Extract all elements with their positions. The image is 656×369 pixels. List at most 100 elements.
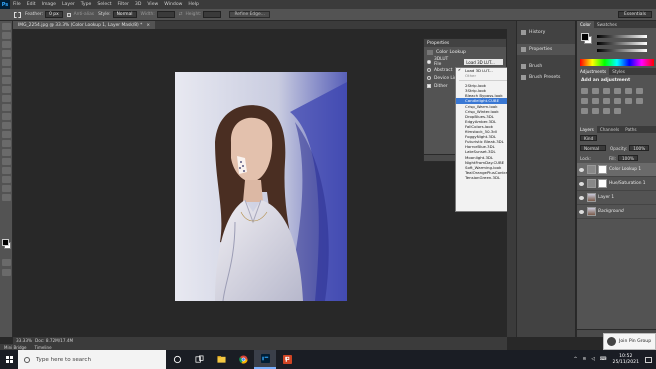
tab-color[interactable]: Color xyxy=(577,21,594,28)
healing-brush-tool-icon[interactable] xyxy=(2,77,11,84)
visibility-eye-icon[interactable] xyxy=(579,167,584,172)
lut-file-row[interactable]: 3DLUT File Load 3D LUT... xyxy=(424,57,506,67)
visibility-eye-icon[interactable] xyxy=(579,209,584,214)
tab-swatches[interactable]: Swatches xyxy=(594,21,620,28)
levels-icon[interactable] xyxy=(592,88,599,94)
lut-file-select[interactable]: Load 3D LUT... xyxy=(464,59,503,65)
quick-mask-icon[interactable] xyxy=(2,259,11,266)
refine-edge-button[interactable]: Refine Edge... xyxy=(229,11,270,18)
layer-kind-filter[interactable]: Kind xyxy=(580,135,598,141)
color-lookup-icon[interactable] xyxy=(625,98,632,104)
tab-timeline[interactable]: Timeline xyxy=(31,345,56,350)
device-link-radio[interactable] xyxy=(427,76,431,80)
hue-saturation-icon[interactable] xyxy=(636,88,643,94)
menu-window[interactable]: Window xyxy=(161,2,185,7)
taskbar-search[interactable]: Type here to search xyxy=(18,350,166,369)
feather-input[interactable]: 0 px xyxy=(45,11,63,18)
action-center-icon[interactable] xyxy=(645,356,652,363)
screen-mode-icon[interactable] xyxy=(2,269,11,276)
anti-alias-option[interactable]: Anti-alias xyxy=(66,12,94,17)
marquee-tool-icon[interactable] xyxy=(2,32,11,39)
menu-help[interactable]: Help xyxy=(185,2,201,7)
layer-mask-thumbnail[interactable] xyxy=(598,179,607,188)
green-slider[interactable] xyxy=(597,42,647,45)
menu-3d[interactable]: 3D xyxy=(132,2,144,7)
tab-layers[interactable]: Layers xyxy=(577,126,597,133)
posterize-icon[interactable] xyxy=(581,108,588,114)
photoshop-taskbar-button[interactable] xyxy=(254,350,276,369)
threshold-icon[interactable] xyxy=(592,108,599,114)
menu-layer[interactable]: Layer xyxy=(59,2,78,7)
height-input[interactable] xyxy=(203,11,222,18)
eyedropper-tool-icon[interactable] xyxy=(2,68,11,75)
marquee-tool-icon[interactable] xyxy=(14,11,21,18)
menu-type[interactable]: Type xyxy=(78,2,95,7)
exposure-icon[interactable] xyxy=(614,88,621,94)
crop-tool-icon[interactable] xyxy=(2,59,11,66)
history-panel-button[interactable]: History xyxy=(517,27,575,38)
abstract-radio[interactable] xyxy=(427,68,431,72)
curves-icon[interactable] xyxy=(603,88,610,94)
menu-view[interactable]: View xyxy=(144,2,161,7)
chrome-button[interactable] xyxy=(232,350,254,369)
color-balance-icon[interactable] xyxy=(581,98,588,104)
taskbar-clock[interactable]: 10:52 25/11/2021 xyxy=(613,354,639,366)
lut-file-radio[interactable] xyxy=(427,60,431,64)
swap-icon[interactable]: ⇄ xyxy=(179,12,183,17)
foreground-color-swatch[interactable] xyxy=(581,33,589,41)
channel-mixer-icon[interactable] xyxy=(614,98,621,104)
path-select-tool-icon[interactable] xyxy=(2,167,11,174)
powerpoint-button[interactable] xyxy=(276,350,298,369)
zoom-level[interactable]: 33.33% xyxy=(13,338,32,343)
volume-icon[interactable]: ◁ xyxy=(591,357,595,362)
invert-icon[interactable] xyxy=(636,98,643,104)
blend-mode-select[interactable]: Normal xyxy=(580,145,606,151)
lasso-tool-icon[interactable] xyxy=(2,41,11,48)
opacity-input[interactable]: 100% xyxy=(629,145,650,151)
document-tab[interactable]: IMG_2254.jpg @ 33.3% (Color Lookup 1, La… xyxy=(13,21,156,29)
visibility-eye-icon[interactable] xyxy=(579,181,584,186)
brush-tool-icon[interactable] xyxy=(2,86,11,93)
close-icon[interactable]: × xyxy=(146,23,150,28)
dither-checkbox[interactable] xyxy=(427,84,431,88)
layer-row[interactable]: Background xyxy=(577,205,656,219)
anti-alias-checkbox[interactable] xyxy=(66,12,71,17)
layer-mask-thumbnail[interactable] xyxy=(598,165,607,174)
selective-color-icon[interactable] xyxy=(614,108,621,114)
layer-row[interactable]: Layer 1 xyxy=(577,191,656,205)
style-select[interactable]: Normal xyxy=(112,11,137,18)
brush-presets-panel-button[interactable]: Brush Presets xyxy=(517,72,575,83)
history-brush-tool-icon[interactable] xyxy=(2,104,11,111)
blur-tool-icon[interactable] xyxy=(2,131,11,138)
blue-slider[interactable] xyxy=(597,49,647,52)
brush-panel-button[interactable]: Brush xyxy=(517,61,575,72)
tab-adjustments[interactable]: Adjustments xyxy=(577,68,610,75)
join-group-notification[interactable]: Join Pin Group xyxy=(603,333,656,350)
layer-row[interactable]: Color Lookup 1 xyxy=(577,163,656,177)
chevron-up-icon[interactable]: ^ xyxy=(574,357,578,362)
foreground-color-swatch[interactable] xyxy=(2,239,9,246)
tab-mini-bridge[interactable]: Mini Bridge xyxy=(0,345,31,350)
menu-file[interactable]: File xyxy=(10,2,24,7)
color-spectrum[interactable] xyxy=(580,59,654,66)
clone-stamp-tool-icon[interactable] xyxy=(2,95,11,102)
pen-tool-icon[interactable] xyxy=(2,149,11,156)
vibrance-icon[interactable] xyxy=(625,88,632,94)
wifi-icon[interactable]: ≋ xyxy=(582,357,586,362)
hand-tool-icon[interactable] xyxy=(2,185,11,192)
eraser-tool-icon[interactable] xyxy=(2,113,11,120)
move-tool-icon[interactable] xyxy=(2,23,11,30)
quick-select-tool-icon[interactable] xyxy=(2,50,11,57)
start-button[interactable] xyxy=(0,350,18,369)
doc-size-info[interactable]: Doc: 8.72M/17.4M xyxy=(31,338,73,343)
document-image[interactable] xyxy=(175,72,347,301)
black-white-icon[interactable] xyxy=(592,98,599,104)
tab-channels[interactable]: Channels xyxy=(597,126,622,133)
workspace-switcher[interactable]: Essentials xyxy=(618,11,652,18)
fill-input[interactable]: 100% xyxy=(617,155,638,161)
task-view-button[interactable] xyxy=(188,350,210,369)
tab-styles[interactable]: Styles xyxy=(609,68,628,75)
menu-image[interactable]: Image xyxy=(39,2,59,7)
type-tool-icon[interactable] xyxy=(2,158,11,165)
photo-filter-icon[interactable] xyxy=(603,98,610,104)
